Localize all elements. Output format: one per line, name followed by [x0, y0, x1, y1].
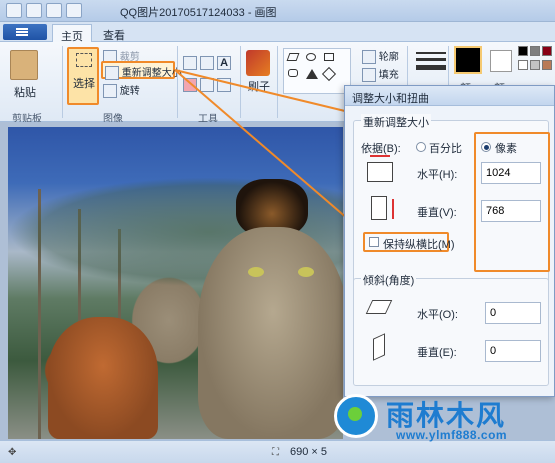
- arrow-icon: [370, 155, 390, 157]
- brush-icon[interactable]: [246, 50, 270, 76]
- select-button[interactable]: 选择: [67, 47, 99, 105]
- shape-triangle-icon[interactable]: [306, 69, 318, 79]
- shape-oval-icon[interactable]: [306, 53, 316, 61]
- shapes-gallery[interactable]: [283, 48, 351, 94]
- resize-skew-dialog: 调整大小和扭曲 重新调整大小 依据(B): 百分比 像素 水平(H): 垂直(V…: [344, 85, 555, 397]
- color-picker-icon[interactable]: [200, 78, 215, 92]
- cat-eye: [298, 267, 314, 277]
- skew-v-input[interactable]: [485, 340, 541, 362]
- undo-icon[interactable]: [46, 3, 62, 18]
- text-icon[interactable]: A: [217, 56, 232, 70]
- tools-grid: A: [183, 56, 232, 70]
- outline-label: 轮廓: [378, 52, 399, 63]
- status-bar: ✥ ⛶ 690 × 5: [0, 440, 555, 463]
- dialog-title-bar[interactable]: 调整大小和扭曲: [345, 86, 554, 106]
- resize-label: 重新调整大小: [121, 68, 182, 79]
- save-icon[interactable]: [26, 3, 42, 18]
- horizontal-resize-icon: [367, 155, 393, 182]
- ribbon-separator: [62, 46, 63, 118]
- size-icon[interactable]: [416, 48, 446, 78]
- shape-rounded-rect-icon[interactable]: [288, 69, 298, 77]
- outline-icon: [362, 50, 376, 65]
- redo-icon[interactable]: [66, 3, 82, 18]
- fill-button[interactable]: 填充: [362, 66, 399, 83]
- resize-icon: [105, 66, 119, 81]
- image-dimensions: 690 × 5: [290, 446, 328, 458]
- skew-h-input[interactable]: [485, 302, 541, 324]
- horizontal-input[interactable]: [481, 162, 541, 184]
- horizontal-label: 水平(H):: [417, 169, 458, 181]
- shape-line-icon[interactable]: [286, 53, 300, 61]
- pixels-label: 像素: [495, 143, 517, 155]
- rotate-icon: [103, 84, 117, 99]
- tab-view[interactable]: 查看: [95, 24, 133, 42]
- shape-rect-icon[interactable]: [324, 53, 334, 61]
- watermark-logo: [334, 394, 378, 438]
- tab-home[interactable]: 主页: [52, 24, 92, 43]
- pixels-radio[interactable]: [481, 142, 491, 152]
- title-bar: QQ图片20170517124033 - 画图: [0, 0, 555, 22]
- color2-swatch[interactable]: [490, 50, 512, 72]
- cat: [198, 227, 343, 439]
- magnifier-icon[interactable]: [217, 78, 232, 92]
- select-label: 选择: [73, 78, 95, 90]
- eraser-icon[interactable]: [183, 78, 197, 92]
- file-menu-button[interactable]: [3, 24, 47, 40]
- watermark-url: www.ylmf888.com: [396, 428, 508, 442]
- ribbon-separator: [240, 46, 241, 118]
- window-title: QQ图片20170517124033 - 画图: [120, 7, 277, 19]
- rotate-button[interactable]: 旋转: [103, 82, 140, 99]
- cat-eye: [248, 267, 264, 277]
- skew-h-label: 水平(O):: [417, 309, 458, 321]
- rotate-label: 旋转: [119, 86, 140, 97]
- color-palette[interactable]: [518, 46, 552, 76]
- shape-diamond-icon[interactable]: [321, 66, 337, 82]
- dialog-title: 调整大小和扭曲: [352, 93, 429, 105]
- percent-label: 百分比: [429, 143, 462, 155]
- image-canvas[interactable]: [8, 127, 343, 439]
- by-label: 依据(B):: [361, 143, 401, 155]
- paste-button[interactable]: 粘贴: [14, 84, 36, 100]
- percent-radio[interactable]: [416, 142, 426, 152]
- ribbon-separator: [277, 46, 278, 118]
- keep-ratio-label: 保持纵横比(M): [383, 239, 455, 251]
- keep-ratio-checkbox[interactable]: [369, 237, 379, 247]
- vertical-input[interactable]: [481, 200, 541, 222]
- ribbon-separator: [177, 46, 178, 118]
- skew-fieldset: [353, 278, 549, 386]
- select-icon: [76, 53, 92, 67]
- cursor-position-icon: ✥: [8, 447, 17, 458]
- vertical-label: 垂直(V):: [417, 207, 457, 219]
- fill-label: 填充: [378, 70, 399, 81]
- paste-icon[interactable]: [10, 50, 38, 80]
- dog-spaniel: [48, 317, 158, 439]
- vertical-resize-icon: [371, 196, 394, 220]
- brush-button[interactable]: 刷子: [248, 78, 270, 94]
- skew-section-title: 倾斜(角度): [361, 272, 417, 288]
- resize-section-title: 重新调整大小: [361, 114, 431, 130]
- fill-icon: [362, 68, 376, 83]
- dimensions-icon: ⛶: [272, 447, 279, 458]
- fill-bucket-icon[interactable]: [200, 56, 215, 70]
- tools-grid-row2: [183, 78, 232, 92]
- pencil-icon[interactable]: [183, 56, 197, 70]
- color1-swatch[interactable]: [454, 46, 482, 74]
- menu-icon: [16, 28, 28, 36]
- resize-button[interactable]: 重新调整大小: [101, 61, 182, 81]
- skew-v-label: 垂直(E):: [417, 347, 457, 359]
- outline-button[interactable]: 轮廓: [362, 48, 399, 65]
- app-icon: [6, 3, 22, 18]
- arrow-icon: [392, 199, 394, 219]
